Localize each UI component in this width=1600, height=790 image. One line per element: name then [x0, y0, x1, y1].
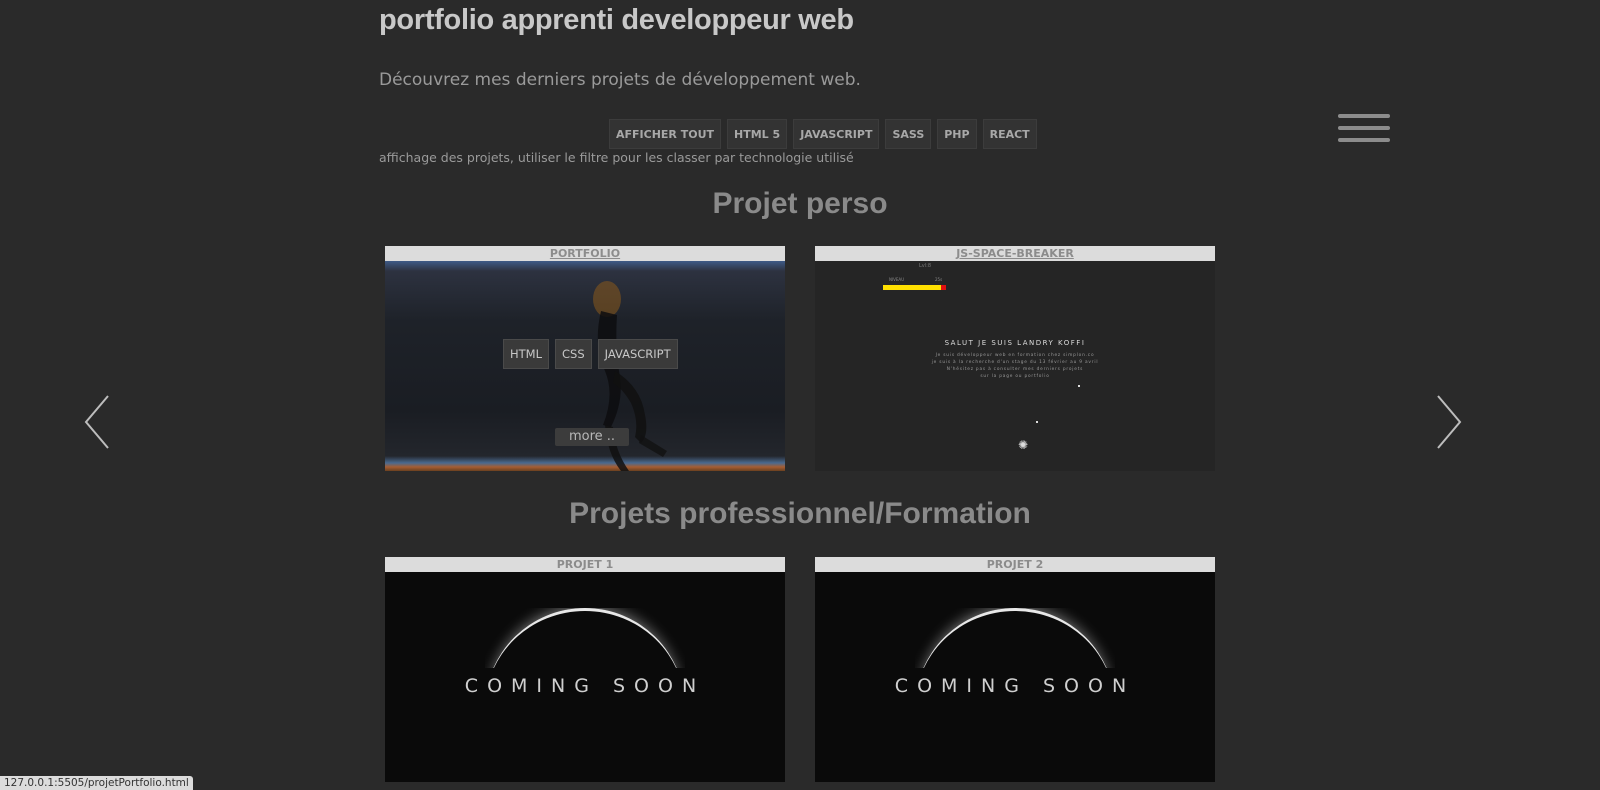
game-text-line: N'hésitez pas à consulter mes derniers p…: [946, 367, 1084, 372]
filter-bar: AFFICHER TOUT HTML 5 JAVASCRIPT SASS PHP…: [609, 119, 1037, 149]
more-button[interactable]: more ..: [555, 428, 629, 446]
game-text-line: Je suis développeur web en formation che…: [935, 353, 1095, 358]
space-breaker-preview: Lvl:8 NIVEAU 25s SALUT JE SUIS LANDRY KO…: [815, 261, 1215, 471]
game-headline: SALUT JE SUIS LANDRY KOFFI: [944, 339, 1086, 347]
hud-label-left: NIVEAU: [889, 277, 905, 282]
page-title: portfolio apprenti developpeur web: [379, 4, 854, 36]
card-title-portfolio[interactable]: PORTFOLIO: [385, 246, 785, 261]
star-dot: [1078, 385, 1080, 387]
portfolio-preview-image: HTML CSS JAVASCRIPT more ..: [385, 261, 785, 471]
star-dot: [1036, 421, 1038, 423]
filter-info-text: affichage des projets, utiliser le filtr…: [379, 150, 854, 165]
filter-all-button[interactable]: AFFICHER TOUT: [609, 119, 722, 149]
coming-soon-text: COMING SOON: [894, 675, 1136, 697]
tag-css: CSS: [555, 339, 592, 369]
coming-soon-image: COMING SOON: [385, 572, 785, 782]
chevron-left-icon[interactable]: [80, 392, 120, 452]
game-text-line: je suis à la recherche d'un stage du 13 …: [931, 360, 1099, 365]
hamburger-icon[interactable]: [1338, 114, 1390, 142]
card-title-space-breaker[interactable]: JS-SPACE-BREAKER: [815, 246, 1215, 261]
project-card-projet2: PROJET 2 COMING SOON: [815, 557, 1215, 782]
project-card-space-breaker: JS-SPACE-BREAKER Lvl:8 NIVEAU 25s SALUT …: [815, 246, 1215, 471]
chevron-right-icon[interactable]: [1426, 392, 1466, 452]
filter-php-button[interactable]: PHP: [937, 119, 977, 149]
page-subtitle: Découvrez mes derniers projets de dévelo…: [379, 70, 861, 90]
section-title-perso: Projet perso: [712, 187, 888, 220]
tag-javascript: JAVASCRIPT: [597, 339, 678, 369]
coming-soon-image: COMING SOON: [815, 572, 1215, 782]
project-card-projet1: PROJET 1 COMING SOON: [385, 557, 785, 782]
game-level-label: Lvl:8: [919, 263, 931, 269]
filter-react-button[interactable]: REACT: [982, 119, 1037, 149]
game-text-line: sur la page ou portfolio: [980, 374, 1050, 379]
spaceship-icon: ✺: [1018, 438, 1029, 452]
coming-soon-text: COMING SOON: [464, 675, 706, 697]
project-card-portfolio: PORTFOLIO HTML CSS JAVASCRIPT more ..: [385, 246, 785, 471]
card-title-projet1: PROJET 1: [385, 557, 785, 572]
tag-html: HTML: [503, 339, 550, 369]
filter-javascript-button[interactable]: JAVASCRIPT: [793, 119, 880, 149]
hud-label-right: 25s: [935, 277, 943, 282]
portfolio-tags: HTML CSS JAVASCRIPT: [503, 339, 678, 369]
health-bar: [883, 285, 946, 290]
card-title-projet2: PROJET 2: [815, 557, 1215, 572]
filter-sass-button[interactable]: SASS: [885, 119, 932, 149]
filter-html5-button[interactable]: HTML 5: [727, 119, 788, 149]
status-bar-url: 127.0.0.1:5505/projetPortfolio.html: [0, 776, 193, 790]
section-title-pro: Projets professionnel/Formation: [569, 497, 1031, 530]
